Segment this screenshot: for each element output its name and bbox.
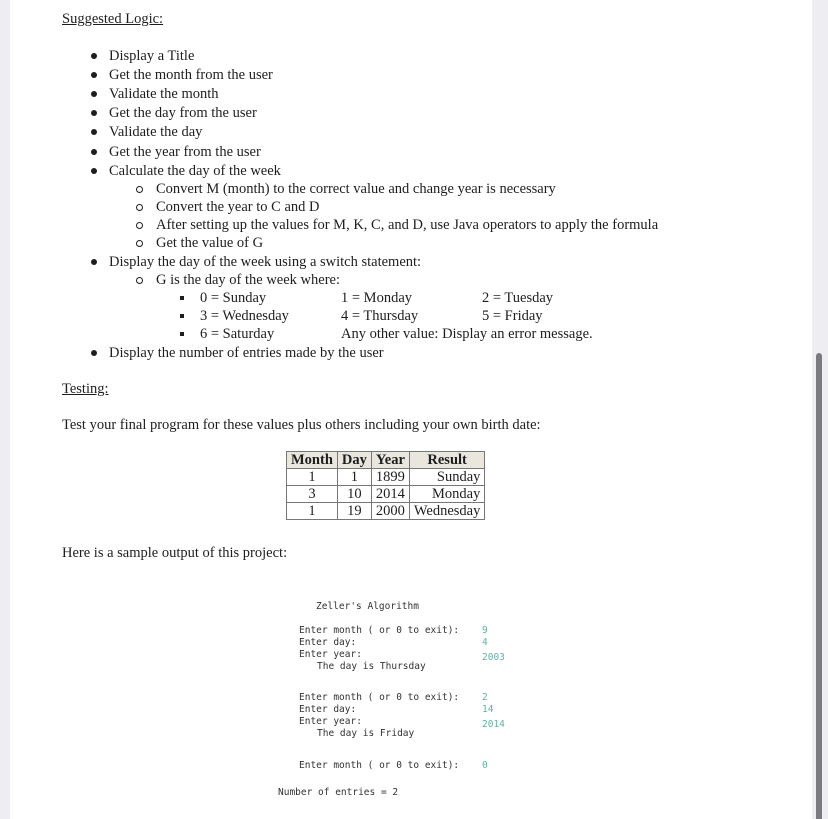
day-map-cell: 6 = Saturday: [200, 326, 275, 342]
calc-subitem: Convert M (month) to the correct value a…: [156, 181, 556, 197]
prompt-month: Enter month ( or 0 to exit):: [299, 760, 460, 771]
day-map-cell: 3 = Wednesday: [200, 308, 289, 324]
cell: 2000: [370, 502, 410, 520]
day-map-cell: 5 = Friday: [482, 308, 543, 324]
table-row: 1 1 1899 Sunday: [286, 468, 486, 486]
day-map-cell: 4 = Thursday: [341, 308, 419, 324]
bullet-icon: [91, 91, 97, 97]
logic-item: Validate the day: [109, 124, 203, 140]
col-result: Result: [408, 451, 486, 469]
day-map-cell: 0 = Sunday: [200, 290, 267, 306]
prompt-year: Enter year:: [299, 716, 362, 727]
square-bullet-icon: [180, 296, 184, 300]
day-map-cell: 1 = Monday: [341, 290, 413, 306]
circle-bullet-icon: [136, 222, 143, 229]
input-exit: 0: [482, 760, 488, 771]
input-day: 14: [482, 704, 494, 715]
input-year: 2003: [482, 652, 505, 663]
prompt-day: Enter day:: [299, 637, 357, 648]
logic-item: Display a Title: [109, 48, 195, 64]
input-day: 4: [482, 637, 488, 648]
suggested-logic-heading: Suggested Logic:: [62, 11, 164, 27]
logic-item: Get the year from the user: [109, 144, 261, 160]
col-day: Day: [336, 451, 372, 469]
cell: 1: [286, 468, 338, 486]
bullet-icon: [91, 129, 97, 135]
result-line: The day is Friday: [317, 728, 415, 739]
input-month: 2: [482, 692, 488, 703]
prompt-month: Enter month ( or 0 to exit):: [299, 692, 460, 703]
logic-item-entries: Display the number of entries made by th…: [109, 345, 384, 361]
cell: 1899: [370, 468, 410, 486]
col-year: Year: [370, 451, 410, 469]
square-bullet-icon: [180, 314, 184, 318]
calc-subitem: Get the value of G: [156, 235, 264, 251]
logic-item: Calculate the day of the week: [109, 163, 281, 179]
bullet-icon: [91, 53, 97, 59]
input-month: 9: [482, 625, 488, 636]
document-page: Suggested Logic: Display a Title Get the…: [10, 0, 812, 819]
cell: 1: [286, 502, 338, 520]
prompt-year: Enter year:: [299, 649, 362, 660]
bullet-icon: [91, 72, 97, 78]
prompt-month: Enter month ( or 0 to exit):: [299, 625, 460, 636]
logic-item-switch: Display the day of the week using a swit…: [109, 254, 422, 270]
bullet-icon: [91, 110, 97, 116]
test-values-table: Month Day Year Result 1 1 1899 Sunday 3 …: [286, 451, 486, 520]
result-line: The day is Thursday: [317, 661, 426, 672]
circle-bullet-icon: [136, 240, 143, 247]
cell: Monday: [408, 485, 486, 503]
cell: 10: [336, 485, 372, 503]
table-header-row: Month Day Year Result: [286, 451, 486, 469]
square-bullet-icon: [180, 332, 184, 336]
cell: 2014: [370, 485, 410, 503]
bullet-icon: [91, 149, 97, 155]
console-title: Zeller's Algorithm: [316, 601, 419, 612]
testing-intro: Test your final program for these values…: [62, 417, 541, 433]
circle-bullet-icon: [136, 204, 143, 211]
calc-subitem: After setting up the values for M, K, C,…: [156, 217, 659, 233]
table-row: 1 19 2000 Wednesday: [286, 502, 486, 520]
day-map-cell: 2 = Tuesday: [482, 290, 554, 306]
circle-bullet-icon: [136, 186, 143, 193]
logic-item: Validate the month: [109, 86, 219, 102]
calc-subitem: Convert the year to C and D: [156, 199, 320, 215]
logic-item: Get the day from the user: [109, 105, 257, 121]
logic-item: Get the month from the user: [109, 67, 273, 83]
table-row: 3 10 2014 Monday: [286, 485, 486, 503]
sample-intro: Here is a sample output of this project:: [62, 545, 288, 561]
bullet-icon: [91, 168, 97, 174]
cell: 19: [336, 502, 372, 520]
prompt-day: Enter day:: [299, 704, 357, 715]
switch-subitem: G is the day of the week where:: [156, 272, 341, 288]
cell: 1: [336, 468, 372, 486]
entries-count: Number of entries = 2: [278, 787, 399, 798]
scrollbar-thumb[interactable]: [816, 353, 822, 819]
cell: Wednesday: [408, 502, 486, 520]
bullet-icon: [91, 259, 97, 265]
col-month: Month: [286, 451, 338, 469]
cell: 3: [286, 485, 338, 503]
cell: Sunday: [408, 468, 486, 486]
circle-bullet-icon: [136, 277, 143, 284]
input-year: 2014: [482, 719, 505, 730]
day-map-cell: Any other value: Display an error messag…: [341, 326, 593, 342]
testing-heading: Testing:: [62, 381, 109, 397]
bullet-icon: [91, 350, 97, 356]
